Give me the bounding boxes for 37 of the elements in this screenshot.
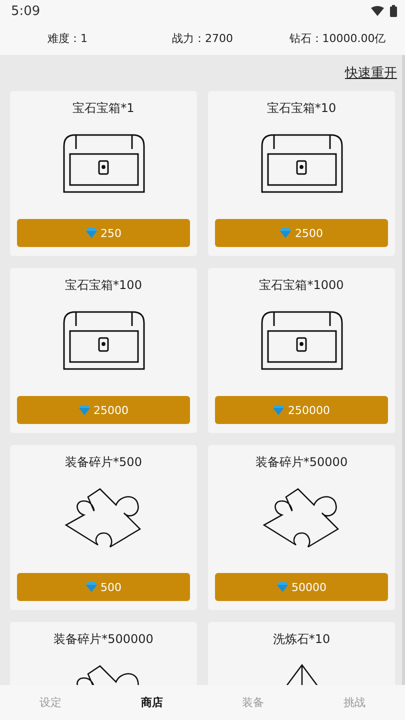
diamond-icon [273, 405, 284, 415]
chest-icon [260, 133, 342, 193]
buy-button[interactable]: 500 [17, 573, 190, 601]
buy-button[interactable]: 250000 [215, 396, 388, 424]
item-title: 宝石宝箱*10 [266, 100, 336, 117]
wifi-icon [371, 6, 384, 16]
nav-tab[interactable]: 商店 [101, 685, 202, 720]
stat-label: 钻石：10000.00亿 [289, 32, 386, 45]
nav-tab[interactable]: 挑战 [304, 685, 405, 720]
chest-icon [260, 310, 342, 370]
buy-button[interactable]: 250 [17, 219, 190, 247]
item-title: 装备碎片*50000 [255, 454, 348, 471]
item-title: 装备碎片*500000 [54, 631, 154, 648]
battery-icon [390, 5, 397, 17]
item-title: 宝石宝箱*100 [65, 277, 142, 294]
status-time: 5:09 [11, 4, 40, 18]
item-title: 宝石宝箱*1 [72, 100, 134, 117]
puzzle-piece-icon [262, 487, 342, 549]
item-title: 洗炼石*10 [272, 631, 330, 648]
chest-icon [62, 310, 144, 370]
diamond-icon [78, 405, 90, 415]
buy-button[interactable]: 2500 [215, 219, 388, 247]
nav-tab[interactable]: 装备 [202, 685, 304, 720]
chest-icon [62, 133, 144, 193]
nav-tab[interactable]: 设定 [0, 685, 102, 720]
diamond-icon [280, 228, 291, 238]
buy-button[interactable]: 25000 [17, 396, 190, 424]
diamond-icon [276, 582, 288, 592]
stat-label: 难度：1 [48, 32, 88, 45]
diamond-icon [86, 582, 96, 592]
item-title: 装备碎片*500 [65, 454, 142, 471]
stat-label: 战力：2700 [172, 32, 233, 45]
item-title: 宝石宝箱*1000 [259, 277, 344, 294]
quick-restart-link[interactable]: 快速重开 [345, 64, 397, 82]
puzzle-piece-icon [64, 487, 144, 549]
diamond-icon [86, 228, 96, 238]
buy-button[interactable]: 50000 [215, 573, 388, 601]
